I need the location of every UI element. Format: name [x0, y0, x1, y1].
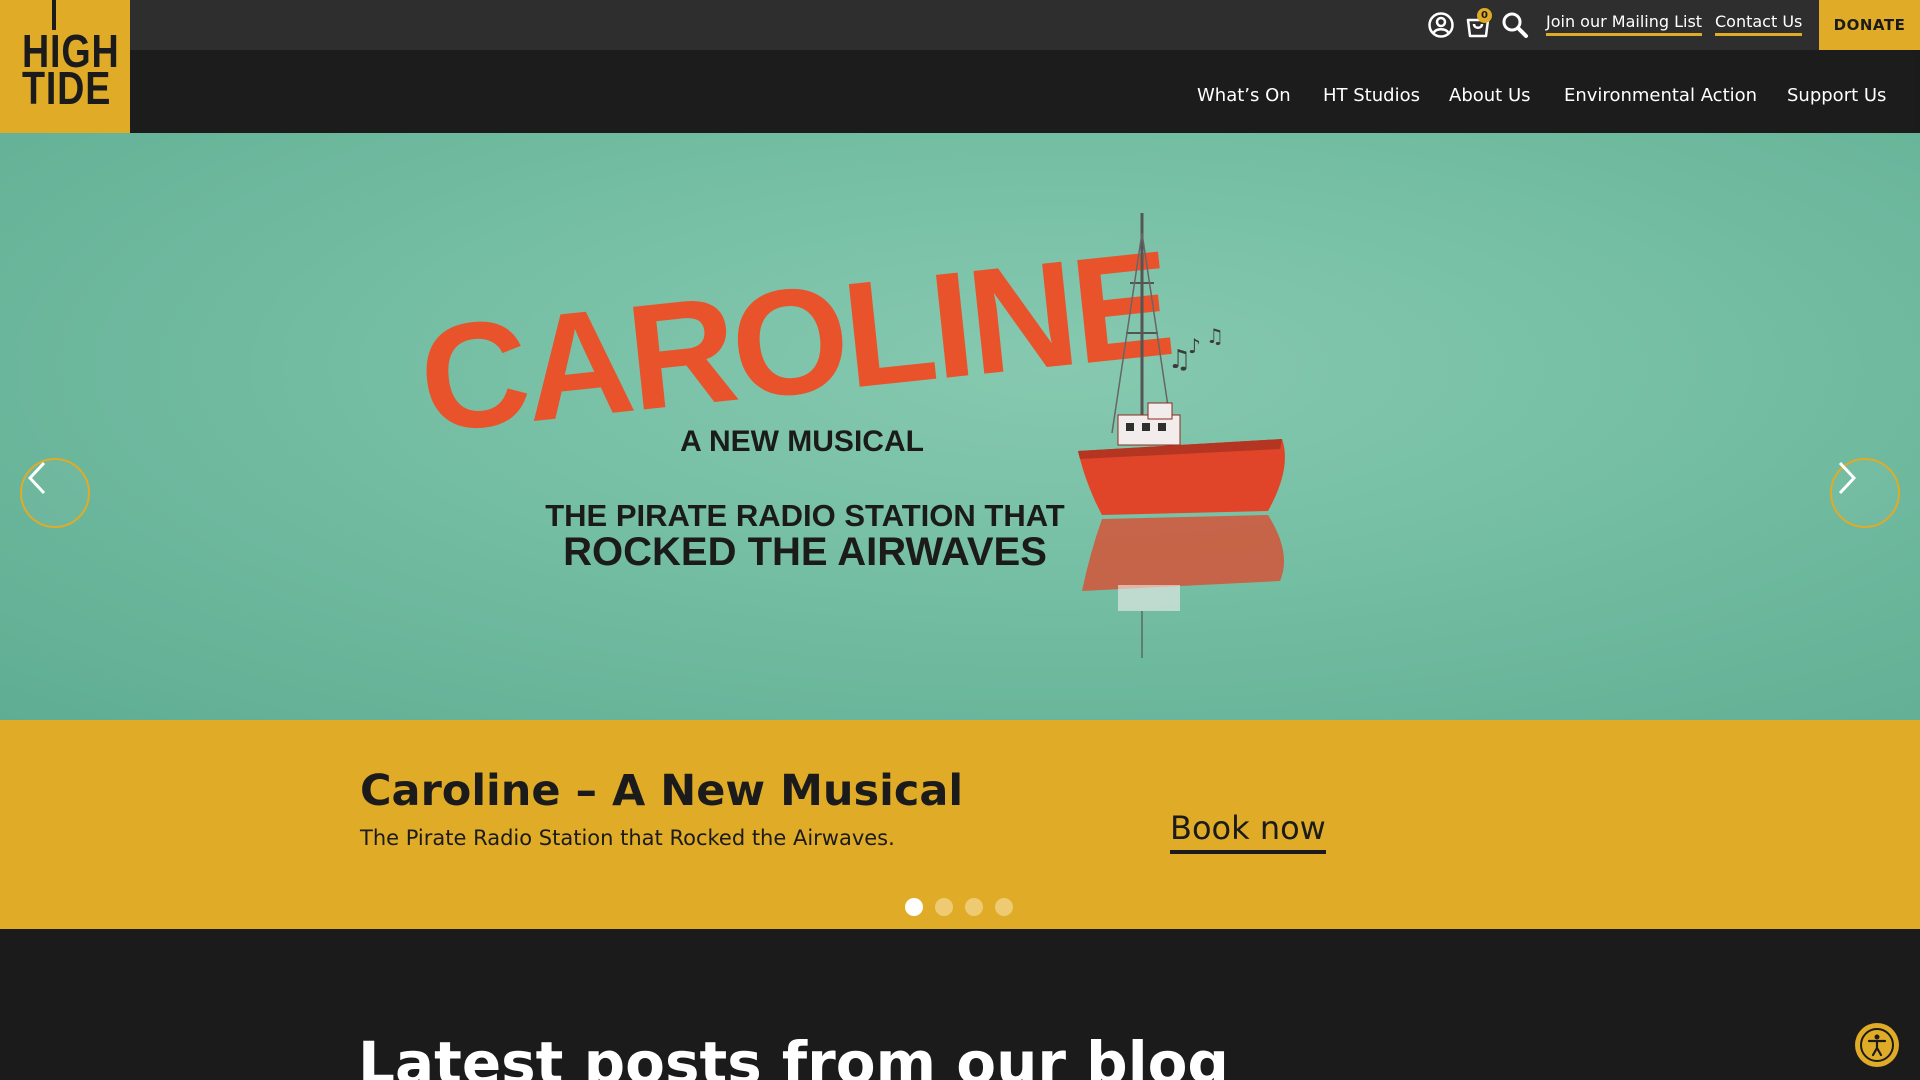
music-notes-icon: ♫ ♪ ♫ [1168, 324, 1224, 375]
contact-us-link[interactable]: Contact Us [1715, 12, 1803, 36]
slide-dot-2[interactable] [935, 898, 953, 916]
donate-button[interactable]: DONATE [1819, 0, 1920, 50]
slide-pagination [905, 898, 1013, 916]
site-logo[interactable]: HIGH TIDE [0, 0, 130, 133]
logo-line-2: TIDE [22, 62, 112, 114]
chevron-left-icon [27, 461, 46, 495]
next-slide-button[interactable] [1830, 458, 1900, 528]
accessibility-icon [1860, 1028, 1894, 1062]
slide-title: Caroline – A New Musical [360, 766, 964, 816]
hero-slide[interactable]: CAROLINE A NEW MUSICAL THE PIRATE RADIO … [0, 133, 1920, 720]
account-button[interactable] [1427, 11, 1455, 39]
svg-text:♫: ♫ [1206, 324, 1224, 348]
svg-text:♪: ♪ [1188, 334, 1201, 358]
basket-count-badge: 0 [1477, 8, 1492, 23]
search-icon [1502, 12, 1528, 38]
nav-item-ht-studios[interactable]: HT Studios [1323, 84, 1420, 108]
hero-artwork: CAROLINE A NEW MUSICAL THE PIRATE RADIO … [412, 213, 1285, 658]
nav-item-about-us[interactable]: About Us [1449, 84, 1531, 108]
slide-dot-1[interactable] [905, 898, 923, 916]
slide-subtitle: The Pirate Radio Station that Rocked the… [360, 826, 895, 850]
user-icon [1428, 12, 1454, 38]
hero-tagline-line-1: THE PIRATE RADIO STATION THAT [545, 498, 1065, 533]
nav-item-support-us[interactable]: Support Us [1787, 84, 1886, 108]
chevron-right-icon [1838, 461, 1857, 495]
hero-tagline-line-2: ROCKED THE AIRWAVES [563, 530, 1047, 574]
nav-item-whats-on[interactable]: What’s On [1197, 84, 1291, 108]
slide-dot-4[interactable] [995, 898, 1013, 916]
mailing-list-link[interactable]: Join our Mailing List [1546, 12, 1703, 36]
previous-slide-button[interactable] [20, 458, 90, 528]
search-button[interactable] [1501, 11, 1529, 39]
nav-item-environmental-action[interactable]: Environmental Action [1564, 84, 1757, 108]
accessibility-button[interactable] [1855, 1023, 1899, 1067]
slide-dot-3[interactable] [965, 898, 983, 916]
book-now-link[interactable]: Book now [1170, 808, 1326, 854]
blog-section-heading: Latest posts from our blog [358, 1029, 1229, 1080]
hero-subtitle-text: A NEW MUSICAL [680, 425, 924, 458]
